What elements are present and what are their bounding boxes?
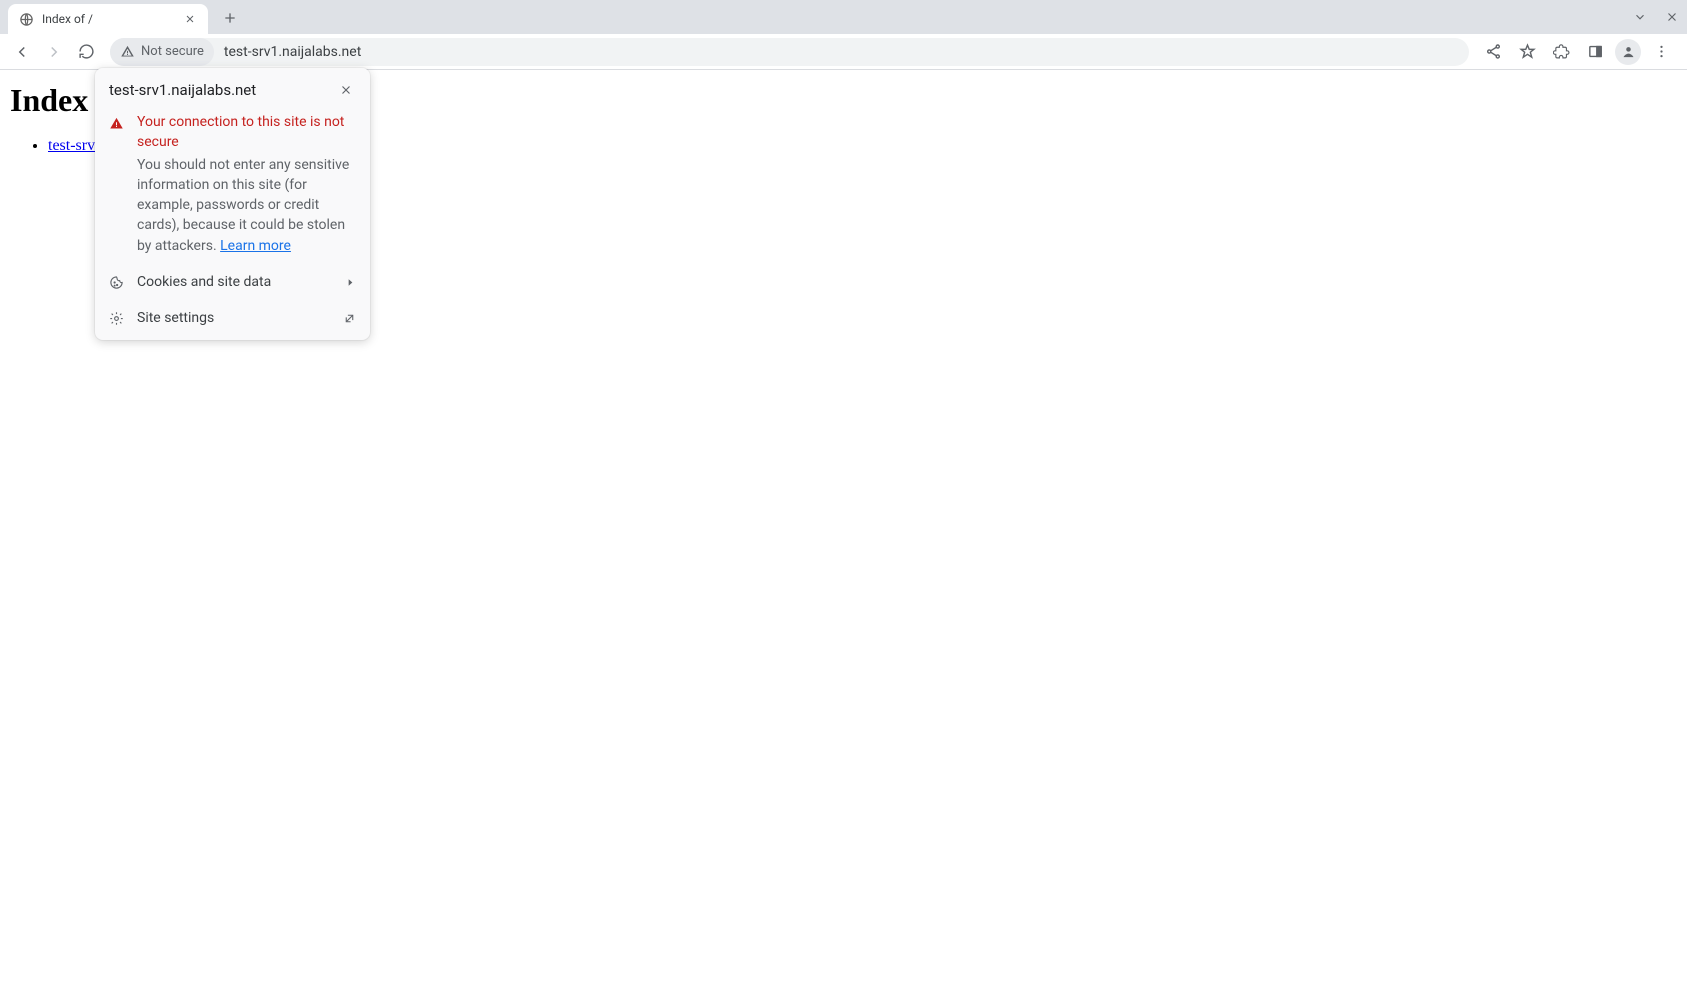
side-panel-button[interactable] — [1581, 38, 1609, 66]
gear-icon — [109, 311, 125, 326]
cookie-icon — [109, 275, 125, 290]
profile-button[interactable] — [1615, 39, 1641, 65]
warning-icon — [120, 44, 135, 59]
tab-search-button[interactable] — [1633, 10, 1647, 24]
window-close-button[interactable] — [1665, 10, 1679, 24]
chevron-right-icon — [345, 277, 356, 288]
address-bar[interactable]: Not secure test-srv1.naijalabs.net — [110, 38, 1469, 66]
site-settings-row[interactable]: Site settings — [95, 300, 370, 336]
share-button[interactable] — [1479, 38, 1507, 66]
site-info-popup: test-srv1.naijalabs.net Your connection … — [95, 68, 370, 340]
new-tab-button[interactable] — [216, 4, 244, 32]
learn-more-link[interactable]: Learn more — [220, 238, 291, 254]
site-settings-label: Site settings — [137, 310, 331, 326]
popup-site-name: test-srv1.naijalabs.net — [109, 81, 256, 99]
tab-strip: Index of / — [0, 0, 1687, 34]
insecure-body: You should not enter any sensitive infor… — [137, 155, 356, 256]
external-link-icon — [343, 312, 356, 325]
warning-triangle-icon — [109, 116, 125, 131]
forward-button[interactable] — [40, 38, 68, 66]
connection-security-section: Your connection to this site is not secu… — [95, 102, 370, 264]
extensions-button[interactable] — [1547, 38, 1575, 66]
browser-tab[interactable]: Index of / — [8, 4, 208, 34]
menu-button[interactable] — [1647, 38, 1675, 66]
globe-icon — [18, 11, 34, 27]
tab-close-button[interactable] — [182, 11, 198, 27]
security-label: Not secure — [141, 44, 204, 59]
cookies-row[interactable]: Cookies and site data — [95, 264, 370, 300]
reload-button[interactable] — [72, 38, 100, 66]
cookies-label: Cookies and site data — [137, 274, 333, 290]
back-button[interactable] — [8, 38, 36, 66]
tab-title: Index of / — [42, 12, 174, 26]
security-chip[interactable]: Not secure — [110, 38, 214, 66]
bookmark-button[interactable] — [1513, 38, 1541, 66]
insecure-title: Your connection to this site is not secu… — [137, 112, 356, 153]
url-text: test-srv1.naijalabs.net — [214, 44, 1465, 60]
popup-close-button[interactable] — [336, 80, 356, 100]
browser-toolbar: Not secure test-srv1.naijalabs.net — [0, 34, 1687, 70]
